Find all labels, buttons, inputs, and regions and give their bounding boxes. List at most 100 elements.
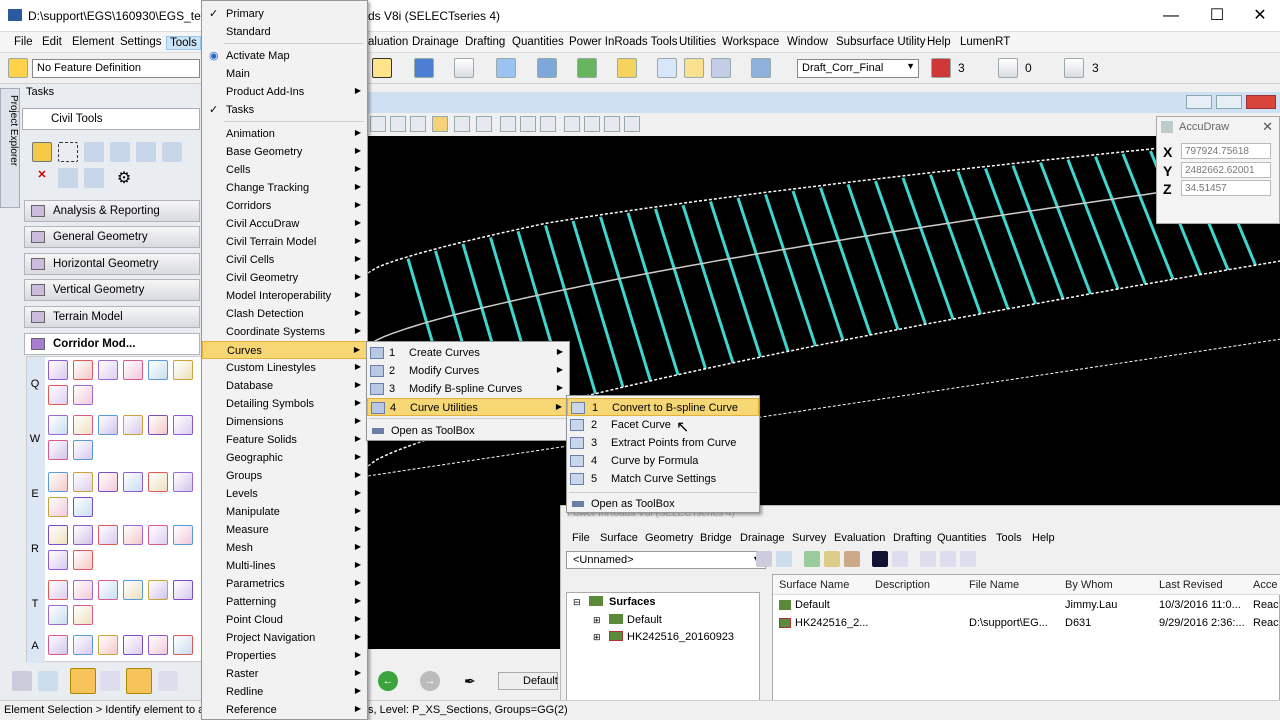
corridor-tool-icon[interactable] xyxy=(48,360,68,380)
rotate-icon[interactable] xyxy=(432,116,448,132)
tools-menu-item[interactable]: Dimensions ▶ xyxy=(202,413,367,431)
menu-subsurface-utility[interactable]: Subsurface Utility xyxy=(836,36,925,48)
tool-icon[interactable] xyxy=(844,551,860,567)
corridor-tool-icon[interactable] xyxy=(123,472,143,492)
menu-help[interactable]: Help xyxy=(927,36,951,48)
menu-evaluation[interactable]: aluation xyxy=(368,36,408,48)
menu-drafting[interactable]: Drafting xyxy=(465,36,505,48)
tree-item-default[interactable]: Default xyxy=(627,614,662,626)
corridor-tool-icon[interactable] xyxy=(73,360,93,380)
open-as-toolbox-item[interactable]: Open as ToolBox xyxy=(567,495,759,513)
menu-drainage[interactable]: Drainage xyxy=(412,36,459,48)
project-explorer-tab[interactable]: Project Explorer xyxy=(0,88,20,208)
menu-workspace[interactable]: Workspace xyxy=(722,36,779,48)
expand-icon[interactable]: ⊞ xyxy=(593,632,601,643)
minimize-button[interactable]: — xyxy=(1148,0,1194,32)
clip-volume-icon[interactable] xyxy=(564,116,580,132)
civil-tools-dropdown[interactable]: Civil Tools xyxy=(22,108,200,130)
style-dropdown[interactable]: Draft_Corr_Final ▼ xyxy=(797,59,919,78)
tools-menu-item[interactable]: ◉ Activate Map xyxy=(202,47,367,65)
view-restore-button[interactable] xyxy=(1216,95,1242,109)
corridor-tool-icon[interactable] xyxy=(73,550,93,570)
column-header[interactable]: By Whom xyxy=(1065,579,1113,591)
column-header[interactable]: Description xyxy=(875,579,930,591)
tools-menu-item[interactable]: Custom Linestyles ▶ xyxy=(202,359,367,377)
section-corridor-modeling[interactable]: Corridor Mod... xyxy=(24,333,200,355)
corridor-tool-icon[interactable] xyxy=(148,415,168,435)
close-button[interactable]: ✕ xyxy=(1237,0,1280,32)
corridor-tool-icon[interactable] xyxy=(48,605,68,625)
column-header[interactable]: Last Revised xyxy=(1159,579,1223,591)
corridor-tool-icon[interactable] xyxy=(48,525,68,545)
corridor-tool-icon[interactable] xyxy=(48,415,68,435)
select-9-icon[interactable] xyxy=(58,168,78,188)
previous-view-icon[interactable] xyxy=(500,116,516,132)
menu-window[interactable]: Window xyxy=(787,36,828,48)
menu-lumenrt[interactable]: LumenRT xyxy=(960,36,1010,48)
grid-icon[interactable] xyxy=(711,58,731,78)
filter-icon[interactable] xyxy=(584,116,600,132)
inroads-project-dropdown[interactable]: <Unnamed> ▼ xyxy=(566,551,766,569)
view-icon[interactable] xyxy=(414,58,434,78)
tools-menu-item[interactable]: Parametrics ▶ xyxy=(202,575,367,593)
corridor-tool-icon[interactable] xyxy=(173,360,193,380)
circle-tool-icon[interactable] xyxy=(126,668,152,694)
corridor-tool-icon[interactable] xyxy=(173,525,193,545)
maximize-button[interactable]: ☐ xyxy=(1194,0,1240,32)
tools-menu-item[interactable]: Project Navigation ▶ xyxy=(202,629,367,647)
layers-icon[interactable] xyxy=(751,58,771,78)
tools-menu-item[interactable]: ✓ Primary xyxy=(202,5,367,23)
select-5-icon[interactable] xyxy=(136,142,156,162)
curves-menu-item[interactable]: 1 Create Curves ▶ xyxy=(367,344,569,362)
corridor-tool-icon[interactable] xyxy=(73,605,93,625)
list-icon[interactable] xyxy=(776,551,792,567)
inroads-menu-item[interactable]: Help xyxy=(1032,532,1055,544)
tools-menu-item[interactable]: Measure ▶ xyxy=(202,521,367,539)
inroads-menu-item[interactable]: Bridge xyxy=(700,532,732,544)
corridor-tool-icon[interactable] xyxy=(173,580,193,600)
curve-utilities-menu-item[interactable]: 5 Match Curve Settings xyxy=(567,470,759,488)
tools-menu-item[interactable]: Multi-lines ▶ xyxy=(202,557,367,575)
corridor-tool-icon[interactable] xyxy=(123,635,143,655)
zoom-out-icon[interactable] xyxy=(390,116,406,132)
curve-utilities-menu-item[interactable]: 1 Convert to B-spline Curve xyxy=(567,398,759,416)
view-close-button[interactable] xyxy=(1246,95,1276,109)
tools-menu-item[interactable]: Raster ▶ xyxy=(202,665,367,683)
collapse-icon[interactable]: ⊟ xyxy=(573,597,581,608)
references-icon[interactable] xyxy=(496,58,516,78)
menu-tools[interactable]: Tools xyxy=(166,36,201,50)
x-field[interactable]: 797924.75618 xyxy=(1181,143,1271,159)
inroads-menu-item[interactable]: Geometry xyxy=(645,532,693,544)
corridor-tool-icon[interactable] xyxy=(173,472,193,492)
corridor-tool-icon[interactable] xyxy=(123,525,143,545)
corridor-tool-icon[interactable] xyxy=(73,440,93,460)
column-header[interactable]: Acce xyxy=(1253,579,1277,591)
menu-utilities[interactable]: Utilities xyxy=(679,36,716,48)
color-icon[interactable] xyxy=(931,58,951,78)
tools-menu-item[interactable]: Civil Cells ▶ xyxy=(202,251,367,269)
pen-icon[interactable]: ✒ xyxy=(464,673,476,690)
corridor-tool-icon[interactable] xyxy=(98,525,118,545)
select-box-icon[interactable] xyxy=(58,142,78,162)
corridor-tool-icon[interactable] xyxy=(73,525,93,545)
raster-icon[interactable] xyxy=(537,58,557,78)
view-settings-icon[interactable] xyxy=(624,116,640,132)
section-horizontal-geometry[interactable]: Horizontal Geometry xyxy=(24,253,200,275)
pen-icon[interactable] xyxy=(38,671,58,691)
corridor-tool-icon[interactable] xyxy=(48,580,68,600)
tools-menu-item[interactable]: Coordinate Systems ▶ xyxy=(202,323,367,341)
open-as-toolbox-item[interactable]: Open as ToolBox xyxy=(367,422,569,440)
curves-menu-item[interactable]: 4 Curve Utilities ▶ xyxy=(367,398,569,416)
tools-menu-item[interactable]: Standard xyxy=(202,23,367,41)
zoom-in-icon[interactable] xyxy=(370,116,386,132)
menu-edit[interactable]: Edit xyxy=(42,36,62,48)
corridor-tool-icon[interactable] xyxy=(48,385,68,405)
corridor-tool-icon[interactable] xyxy=(48,497,68,517)
tools-menu-item[interactable]: Clash Detection ▶ xyxy=(202,305,367,323)
inroads-menu-item[interactable]: Quantities xyxy=(937,532,987,544)
next-view-icon[interactable] xyxy=(520,116,536,132)
tools-menu-item[interactable]: Detailing Symbols ▶ xyxy=(202,395,367,413)
inroads-menu-item[interactable]: Surface xyxy=(600,532,638,544)
section-general-geometry[interactable]: General Geometry xyxy=(24,226,200,248)
tools-menu-item[interactable]: Database ▶ xyxy=(202,377,367,395)
